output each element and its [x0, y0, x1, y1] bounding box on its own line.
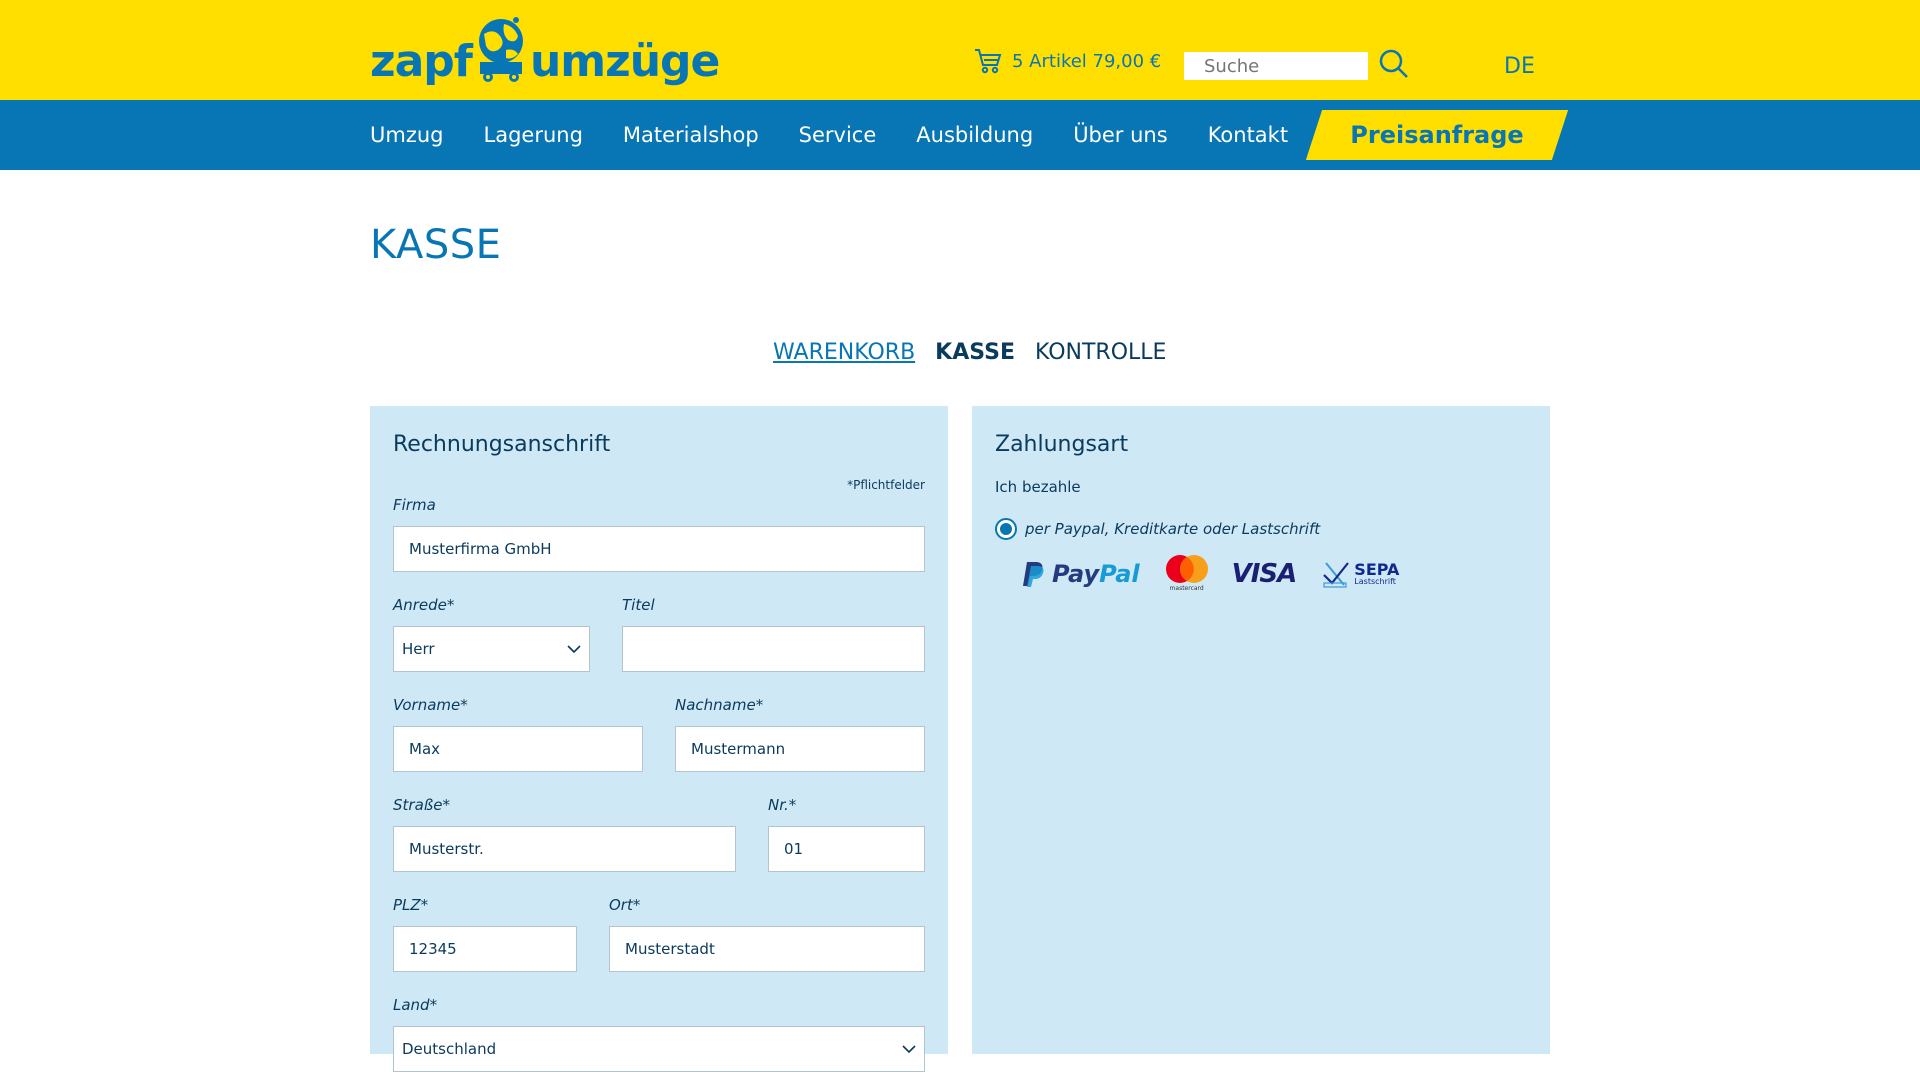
number-field[interactable]: [768, 826, 925, 872]
payment-logos: Pay Pal mastercard VISA SEPA Lastschrift: [1022, 554, 1399, 594]
zip-field[interactable]: [393, 926, 577, 972]
nav-items: Umzug Lagerung Materialshop Service Ausb…: [370, 100, 1328, 170]
search-icon[interactable]: [1378, 48, 1410, 80]
company-field[interactable]: [393, 526, 925, 572]
nav-item-lagerung[interactable]: Lagerung: [484, 123, 583, 147]
globe-truck-icon: [476, 14, 526, 84]
nav-item-service[interactable]: Service: [799, 123, 877, 147]
top-bar: [0, 0, 1920, 100]
sepa-text: SEPA: [1354, 560, 1400, 579]
city-field[interactable]: [609, 926, 925, 972]
language-switch[interactable]: DE: [1504, 54, 1535, 79]
nav-item-umzug[interactable]: Umzug: [370, 123, 444, 147]
visa-logo: VISA: [1231, 559, 1298, 589]
payment-radio[interactable]: [995, 518, 1017, 540]
price-request-label: Preisanfrage: [1350, 121, 1524, 149]
payment-panel: Zahlungsart Ich bezahle per Paypal, Kred…: [972, 406, 1550, 1054]
country-value: Deutschland: [402, 1040, 497, 1058]
sepa-check-icon: [1323, 562, 1350, 588]
paypal-p-icon: [1023, 562, 1044, 587]
cart-summary[interactable]: 5 Artikel 79,00 €: [974, 48, 1161, 74]
nav-item-ueber-uns[interactable]: Über uns: [1073, 123, 1168, 147]
salutation-select[interactable]: Herr: [393, 626, 590, 672]
page-title: KASSE: [370, 222, 502, 268]
sepa-subtext: Lastschrift: [1354, 577, 1396, 586]
zip-label: PLZ*: [393, 896, 429, 914]
payment-lead: Ich bezahle: [995, 478, 1081, 496]
salutation-value: Herr: [402, 640, 435, 658]
billing-panel: Rechnungsanschrift *Pflichtfelder Firma …: [370, 406, 948, 1072]
nav-item-materialshop[interactable]: Materialshop: [623, 123, 759, 147]
required-note: *Pflichtfelder: [847, 478, 925, 492]
step-review: KONTROLLE: [1034, 340, 1167, 365]
paypal-logo: Pay Pal: [1022, 560, 1140, 588]
nav-item-ausbildung[interactable]: Ausbildung: [916, 123, 1033, 147]
search-input[interactable]: [1184, 52, 1368, 80]
street-field[interactable]: [393, 826, 736, 872]
paypal-text-b: Pal: [1099, 560, 1140, 588]
nav-item-kontakt[interactable]: Kontakt: [1208, 123, 1288, 147]
number-label: Nr.*: [768, 796, 797, 814]
lastname-field[interactable]: [675, 726, 925, 772]
title-field[interactable]: [622, 626, 925, 672]
firstname-label: Vorname*: [393, 696, 468, 714]
country-label: Land*: [393, 996, 438, 1014]
mastercard-text: mastercard: [1169, 585, 1204, 592]
step-cart[interactable]: WARENKORB: [773, 340, 915, 365]
checkout-steps: WARENKORB KASSE KONTROLLE: [773, 340, 1186, 365]
title-label: Titel: [622, 596, 655, 614]
firstname-field[interactable]: [393, 726, 643, 772]
sepa-logo: SEPA Lastschrift: [1322, 559, 1399, 589]
payment-title: Zahlungsart: [995, 432, 1129, 457]
country-select[interactable]: Deutschland: [393, 1026, 925, 1072]
cart-icon: [975, 49, 1002, 74]
cart-text: 5 Artikel 79,00 €: [1012, 50, 1162, 72]
logo-text-right: umzüge: [529, 36, 720, 87]
chevron-down-icon: [902, 1045, 916, 1054]
city-label: Ort*: [609, 896, 641, 914]
price-request-button[interactable]: Preisanfrage: [1305, 110, 1569, 160]
street-label: Straße*: [393, 796, 450, 814]
logo[interactable]: zapf umzüge: [370, 14, 720, 87]
lastname-label: Nachname*: [675, 696, 764, 714]
step-checkout: KASSE: [935, 340, 1015, 365]
chevron-down-icon: [567, 645, 581, 654]
paypal-text-a: Pay: [1052, 560, 1100, 588]
logo-text-left: zapf: [370, 36, 473, 87]
main-nav: Umzug Lagerung Materialshop Service Ausb…: [0, 100, 1920, 170]
company-label: Firma: [393, 496, 436, 514]
billing-title: Rechnungsanschrift: [393, 432, 611, 457]
mastercard-logo: mastercard: [1164, 554, 1210, 594]
payment-option-paypal[interactable]: per Paypal, Kreditkarte oder Lastschrift: [995, 518, 1320, 540]
mastercard-circles-icon: [1165, 555, 1208, 583]
salutation-label: Anrede*: [393, 596, 455, 614]
payment-option-label: per Paypal, Kreditkarte oder Lastschrift: [1025, 520, 1321, 538]
